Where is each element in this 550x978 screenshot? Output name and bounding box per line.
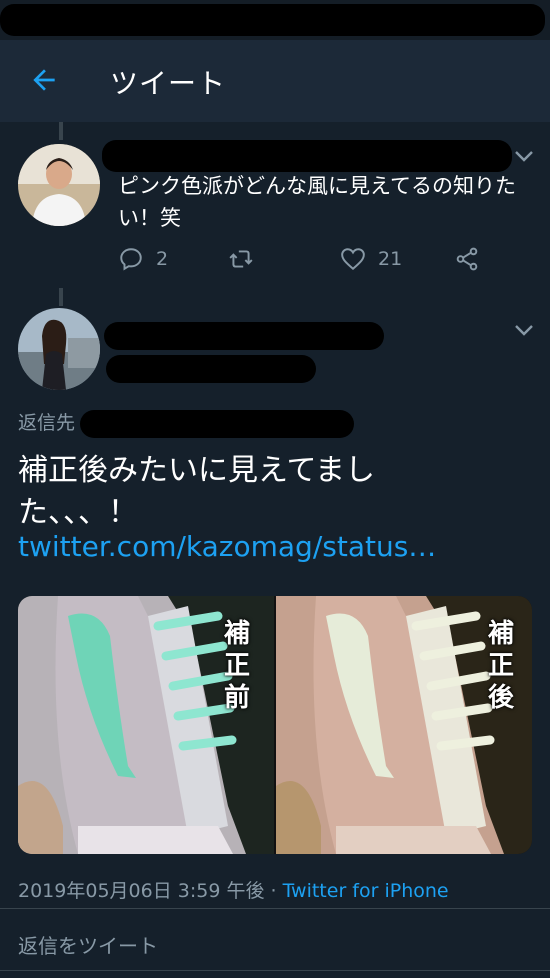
retweet-button[interactable] (228, 244, 266, 274)
thread-line (59, 288, 63, 306)
divider (0, 908, 550, 909)
page-title: ツイート (110, 67, 227, 100)
tweet-meta: 2019年05月06日 3:59 午後 · Twitter for iPhone (18, 876, 449, 903)
divider (0, 970, 550, 971)
redacted-user-handle (106, 355, 316, 383)
like-count: 21 (378, 248, 403, 270)
reply-compose-input[interactable]: 返信をツイート (18, 930, 158, 959)
after-label: 補正後 (487, 619, 514, 713)
tweet-text-line: た、、、！ (18, 495, 138, 530)
redacted-status-bar (0, 4, 545, 36)
share-button[interactable] (454, 244, 480, 274)
meta-separator: · (264, 880, 283, 902)
chevron-down-icon[interactable] (514, 150, 534, 164)
redacted-user-name (104, 322, 384, 350)
tweet-source-link[interactable]: Twitter for iPhone (283, 880, 449, 902)
arrow-left-icon[interactable] (28, 64, 60, 96)
app-header: ツイート (0, 40, 550, 122)
tweet-text: 補正後みたいに見えてまし た、、、！ (18, 450, 528, 534)
tweet-text-line: 補正後みたいに見えてまし (18, 453, 375, 488)
media-before-panel: 補正前 (18, 596, 274, 854)
avatar[interactable] (18, 144, 100, 226)
like-button[interactable]: 21 (340, 244, 402, 274)
reply-icon (120, 248, 142, 271)
before-label: 補正前 (223, 619, 250, 713)
thread-line (59, 122, 63, 140)
tweet-text: ピンク色派がどんな風に見えてるの知りたい！笑 (118, 174, 516, 230)
redacted-reply-target (80, 410, 354, 438)
status-bar (0, 0, 550, 40)
redacted-user-name (102, 140, 512, 172)
reply-count: 2 (156, 248, 169, 270)
tweet-actions: 2 21 (118, 244, 498, 274)
tweet-media[interactable]: 補正前 補正後 (18, 596, 532, 854)
reply-to-label: 返信先 (18, 412, 76, 434)
tweet-timestamp: 2019年05月06日 3:59 午後 (18, 880, 265, 902)
retweet-icon (229, 250, 253, 268)
reply-button[interactable]: 2 (118, 244, 168, 274)
chevron-down-icon[interactable] (514, 324, 534, 338)
heart-icon (341, 248, 365, 271)
share-icon (456, 247, 478, 271)
avatar[interactable] (18, 308, 100, 390)
tweet-link[interactable]: twitter.com/kazomag/status… (18, 530, 436, 563)
media-after-panel: 補正後 (276, 596, 532, 854)
